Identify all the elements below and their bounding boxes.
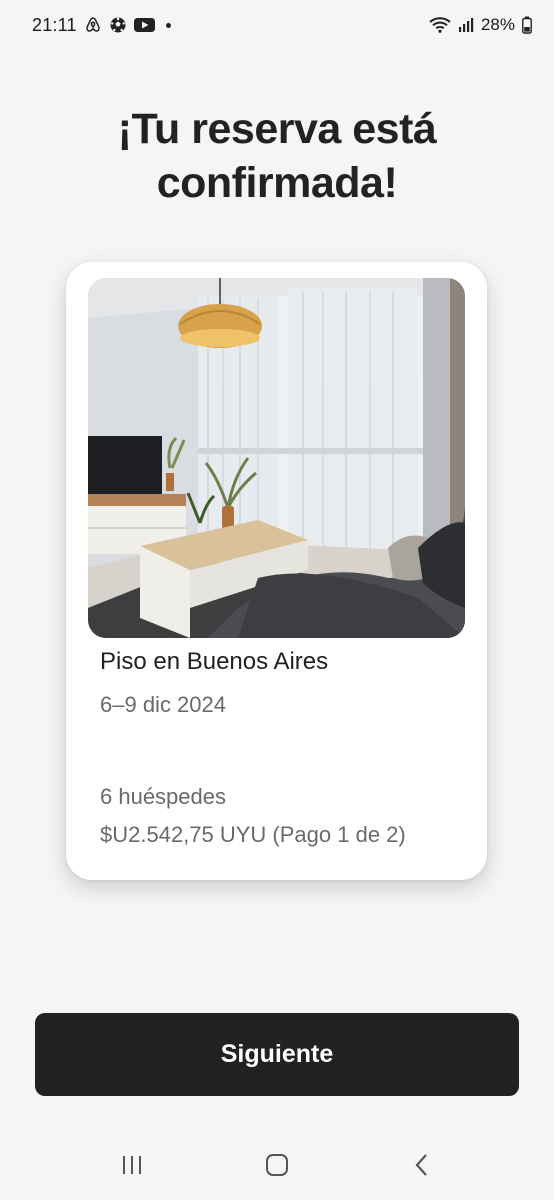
recent-apps-icon[interactable] [112, 1145, 152, 1185]
listing-dates: 6–9 dic 2024 [100, 692, 226, 717]
back-icon[interactable] [402, 1145, 442, 1185]
signal-icon [458, 17, 474, 33]
status-left: 21:11 [32, 15, 171, 36]
airbnb-icon [84, 16, 102, 34]
page-title: ¡Tu reserva está confirmada! [117, 105, 437, 207]
youtube-icon [133, 17, 155, 33]
status-time: 21:11 [32, 14, 77, 35]
battery-percent: 28% [480, 15, 515, 34]
soccer-ball-icon [109, 16, 127, 34]
next-button[interactable]: Siguiente [35, 1013, 519, 1096]
guest-count: 6 huéspedes [100, 784, 226, 809]
status-right: 28% [429, 15, 532, 35]
wifi-icon [429, 16, 451, 34]
price-summary: $U2.542,75 UYU (Pago 1 de 2) [100, 822, 406, 847]
home-icon[interactable] [257, 1145, 297, 1185]
listing-photo [88, 278, 465, 638]
notification-dot [165, 22, 171, 28]
booking-card[interactable]: Piso en Buenos Aires 6–9 dic 2024 6 hués… [66, 262, 487, 880]
screen: 21:11 28% ¡Tu reserva está confirmada! P… [0, 0, 554, 1200]
listing-title: Piso en Buenos Aires [100, 648, 329, 675]
battery-icon [522, 16, 532, 34]
status-bar: 21:11 28% [0, 0, 554, 50]
system-nav-bar [0, 1130, 554, 1200]
